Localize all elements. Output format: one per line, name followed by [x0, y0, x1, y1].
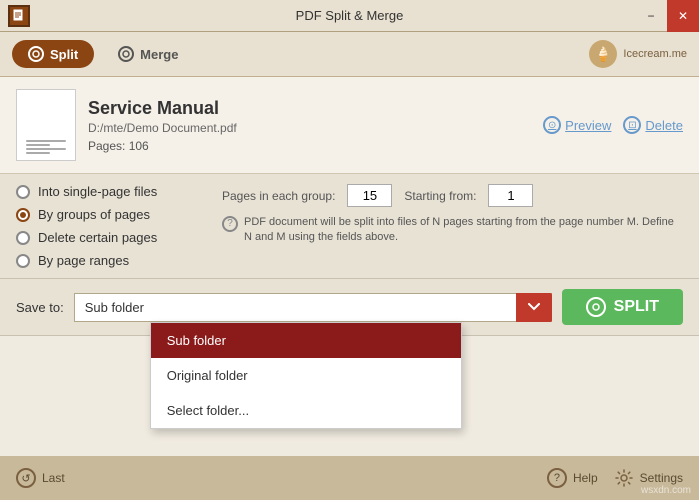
footer: ↺ Last ? Help Settings	[0, 456, 699, 500]
close-button[interactable]: ✕	[667, 0, 699, 32]
radio-single-page[interactable]: Into single-page files	[16, 184, 206, 199]
help-icon: ?	[547, 468, 567, 488]
options-fields: Pages in each group: Starting from:	[222, 184, 683, 207]
file-actions: ⊙ Preview ⊡ Delete	[543, 116, 683, 134]
split-tab[interactable]: Split	[12, 40, 94, 68]
starting-from-label: Starting from:	[404, 189, 476, 203]
last-icon: ↺	[16, 468, 36, 488]
logo-avatar: 🍦	[589, 40, 617, 68]
radio-delete-pages[interactable]: Delete certain pages	[16, 230, 206, 245]
save-area: Save to: Sub folder Original folder Sele…	[0, 279, 699, 336]
split-btn-icon	[586, 297, 606, 317]
radio-circle-1	[16, 185, 30, 199]
starting-from-input[interactable]	[488, 184, 533, 207]
settings-icon	[614, 468, 634, 488]
title-bar: PDF Split & Merge − ✕	[0, 0, 699, 32]
merge-tab[interactable]: Merge	[102, 40, 194, 68]
split-icon	[28, 46, 44, 62]
radio-circle-2	[16, 208, 30, 222]
radio-circle-3	[16, 231, 30, 245]
dropdown-item-select[interactable]: Select folder...	[151, 393, 461, 428]
info-icon: ?	[222, 216, 238, 232]
preview-link[interactable]: ⊙ Preview	[543, 116, 611, 134]
preview-icon: ⊙	[543, 116, 561, 134]
options-description: ? PDF document will be split into files …	[222, 215, 683, 246]
window-controls: − ✕	[635, 0, 699, 32]
save-to-input[interactable]	[74, 293, 552, 322]
minimize-button[interactable]: −	[635, 0, 667, 32]
radio-group: Into single-page files By groups of page…	[16, 184, 206, 268]
options-area: Into single-page files By groups of page…	[0, 174, 699, 279]
split-button[interactable]: SPLIT	[562, 289, 683, 325]
dropdown-item-subfolder[interactable]: Sub folder	[151, 323, 461, 358]
main-content: Split Merge 🍦 Icecream.me Service Manual…	[0, 32, 699, 500]
file-path: D:/mte/Demo Document.pdf	[88, 121, 531, 135]
footer-help[interactable]: ? Help	[547, 468, 598, 488]
dropdown-item-original[interactable]: Original folder	[151, 358, 461, 393]
pages-per-group-label: Pages in each group:	[222, 189, 335, 203]
window-title: PDF Split & Merge	[296, 8, 404, 23]
file-pages: Pages: 106	[88, 139, 531, 153]
file-info: Service Manual D:/mte/Demo Document.pdf …	[0, 77, 699, 174]
save-to-label: Save to:	[16, 300, 64, 315]
dropdown-menu: Sub folder Original folder Select folder…	[150, 322, 462, 429]
radio-page-ranges[interactable]: By page ranges	[16, 253, 206, 268]
radio-circle-4	[16, 254, 30, 268]
footer-last: ↺ Last	[16, 468, 65, 488]
app-icon	[8, 5, 30, 27]
delete-icon: ⊡	[623, 116, 641, 134]
pages-per-group-input[interactable]	[347, 184, 392, 207]
dropdown-arrow-button[interactable]	[516, 293, 552, 322]
radio-by-groups[interactable]: By groups of pages	[16, 207, 206, 222]
delete-link[interactable]: ⊡ Delete	[623, 116, 683, 134]
merge-icon	[118, 46, 134, 62]
toolbar: Split Merge 🍦 Icecream.me	[0, 32, 699, 77]
thumb-lines	[26, 140, 66, 156]
watermark: wsxdn.com	[641, 485, 691, 496]
save-input-wrap: Sub folder Original folder Select folder…	[74, 293, 552, 322]
file-details: Service Manual D:/mte/Demo Document.pdf …	[88, 98, 531, 153]
file-name: Service Manual	[88, 98, 531, 119]
icecream-logo: 🍦 Icecream.me	[589, 40, 687, 68]
file-thumbnail	[16, 89, 76, 161]
options-right: Pages in each group: Starting from: ? PD…	[206, 184, 683, 268]
